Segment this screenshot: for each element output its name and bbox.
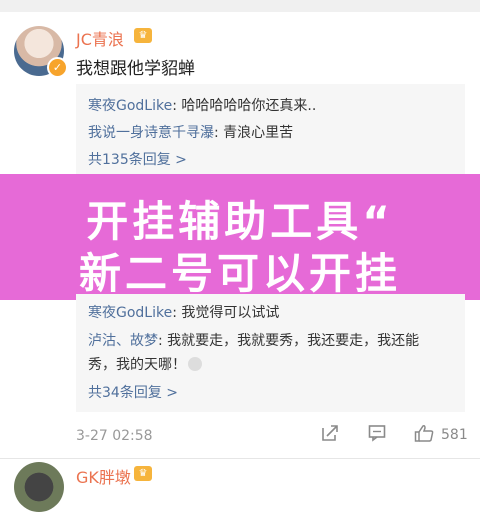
reply-username[interactable]: 寒夜GodLike <box>88 98 172 114</box>
reply-item[interactable]: 寒夜GodLike: 哈哈哈哈哈你还真来.. <box>88 95 316 115</box>
weibo-comment-feed: ✓ JC青浪 ♛ 我想跟他学貂蝉 寒夜GodLike: 哈哈哈哈哈你还真来.. … <box>0 0 480 512</box>
comment-username[interactable]: JC青浪 <box>76 26 124 50</box>
reply-thread: 寒夜GodLike: 我觉得可以试试 泸沽、故梦: 我就要走，我就要秀，我还要走… <box>76 294 465 412</box>
avatar[interactable] <box>14 462 64 512</box>
reply-item[interactable]: 寒夜GodLike: 我觉得可以试试 <box>88 302 279 322</box>
comment-divider <box>0 458 480 459</box>
promo-banner[interactable]: 开挂辅助工具“ 新二号可以开挂 <box>0 174 480 300</box>
share-icon[interactable] <box>321 424 339 442</box>
reply-username[interactable]: 泸沽、故梦 <box>88 333 158 349</box>
reply-text: 秀，我的天哪！ <box>88 357 186 373</box>
top-divider <box>0 0 480 12</box>
reply-text: : 青浪心里苦 <box>214 125 294 141</box>
reply-text: : 我觉得可以试试 <box>172 305 280 321</box>
reply-text: : 哈哈哈哈哈你还真来.. <box>172 98 317 114</box>
more-replies-link[interactable]: 共135条回复 > <box>88 149 187 169</box>
comment-username[interactable]: GK胖墩 <box>76 464 131 488</box>
vip-crown-icon: ♛ <box>134 28 152 43</box>
reply-username[interactable]: 寒夜GodLike <box>88 305 172 321</box>
reply-item-continued: 秀，我的天哪！ <box>88 354 202 374</box>
comment-timestamp: 3-27 02:58 <box>76 428 153 444</box>
like-count: 581 <box>441 427 468 443</box>
comment-icon[interactable] <box>368 424 386 442</box>
vip-crown-icon: ♛ <box>134 466 152 481</box>
avatar[interactable]: ✓ <box>14 26 68 78</box>
reply-item[interactable]: 我说一身诗意千寻瀑: 青浪心里苦 <box>88 122 293 142</box>
reply-item[interactable]: 泸沽、故梦: 我就要走，我就要秀，我还要走，我还能 <box>88 330 419 350</box>
like-icon[interactable] <box>414 424 434 442</box>
reply-text: : 我就要走，我就要秀，我还要走，我还能 <box>158 333 420 349</box>
verified-icon: ✓ <box>47 57 68 78</box>
comment-text: 我想跟他学貂蝉 <box>76 59 195 79</box>
reply-username[interactable]: 我说一身诗意千寻瀑 <box>88 125 214 141</box>
banner-line-2: 新二号可以开挂 <box>78 249 401 298</box>
reply-thread: 寒夜GodLike: 哈哈哈哈哈你还真来.. 我说一身诗意千寻瀑: 青浪心里苦 … <box>76 84 465 176</box>
emoji-icon <box>188 357 202 371</box>
more-replies-link[interactable]: 共34条回复 > <box>88 382 178 402</box>
